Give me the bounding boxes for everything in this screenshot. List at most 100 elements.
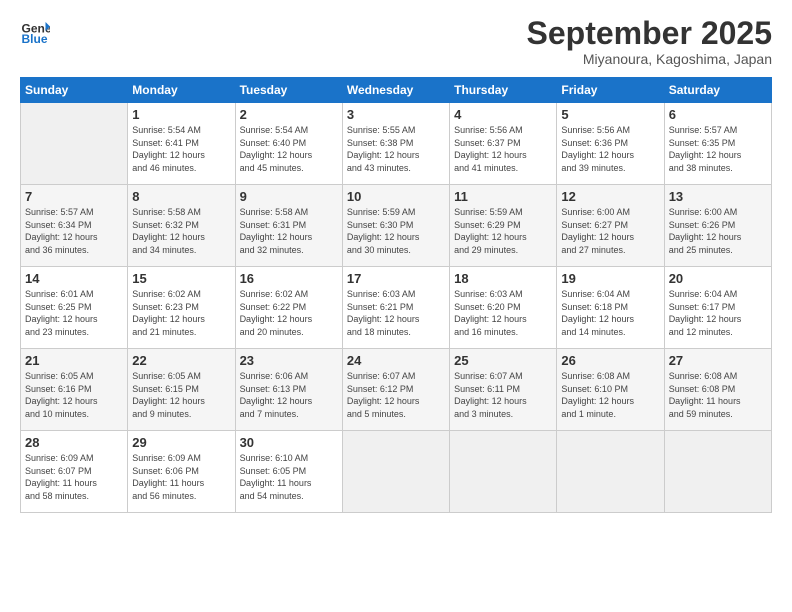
month-title: September 2025	[527, 16, 772, 51]
weekday-header-thursday: Thursday	[450, 78, 557, 103]
location: Miyanoura, Kagoshima, Japan	[527, 51, 772, 67]
day-number: 17	[347, 271, 445, 286]
day-info: Sunrise: 5:56 AM Sunset: 6:37 PM Dayligh…	[454, 124, 552, 174]
calendar-cell	[21, 103, 128, 185]
day-number: 2	[240, 107, 338, 122]
day-info: Sunrise: 5:59 AM Sunset: 6:29 PM Dayligh…	[454, 206, 552, 256]
title-block: September 2025 Miyanoura, Kagoshima, Jap…	[527, 16, 772, 67]
day-number: 30	[240, 435, 338, 450]
calendar-cell: 18Sunrise: 6:03 AM Sunset: 6:20 PM Dayli…	[450, 267, 557, 349]
calendar-cell: 20Sunrise: 6:04 AM Sunset: 6:17 PM Dayli…	[664, 267, 771, 349]
logo: General Blue	[20, 16, 52, 46]
day-info: Sunrise: 6:03 AM Sunset: 6:21 PM Dayligh…	[347, 288, 445, 338]
day-number: 28	[25, 435, 123, 450]
calendar-cell: 28 Sunrise: 6:09 AM Sunset: 6:07 PM Dayli…	[21, 431, 128, 513]
calendar-cell: 1 Sunrise: 5:54 AM Sunset: 6:41 PM Daylig…	[128, 103, 235, 185]
calendar-cell: 17 Sunrise: 6:03 AM Sunset: 6:21 PM Dayli…	[342, 267, 449, 349]
calendar-cell	[450, 431, 557, 513]
calendar-cell: 7 Sunrise: 5:57 AM Sunset: 6:34 PM Daylig…	[21, 185, 128, 267]
calendar-cell: 21 Sunrise: 6:05 AM Sunset: 6:16 PM Dayli…	[21, 349, 128, 431]
day-info: Sunrise: 6:00 AM Sunset: 6:26 PM Dayligh…	[669, 206, 767, 256]
day-info: Sunrise: 6:05 AM Sunset: 6:16 PM Dayligh…	[25, 370, 123, 420]
day-number: 9	[240, 189, 338, 204]
day-info: Sunrise: 6:07 AM Sunset: 6:11 PM Dayligh…	[454, 370, 552, 420]
day-number: 7	[25, 189, 123, 204]
calendar-cell: 14 Sunrise: 6:01 AM Sunset: 6:25 PM Dayli…	[21, 267, 128, 349]
day-info: Sunrise: 6:00 AM Sunset: 6:27 PM Dayligh…	[561, 206, 659, 256]
day-number: 4	[454, 107, 552, 122]
day-number: 25	[454, 353, 552, 368]
weekday-header-row: SundayMondayTuesdayWednesdayThursdayFrid…	[21, 78, 772, 103]
day-number: 14	[25, 271, 123, 286]
calendar-cell	[664, 431, 771, 513]
day-info: Sunrise: 5:58 AM Sunset: 6:32 PM Dayligh…	[132, 206, 230, 256]
calendar-cell: 26Sunrise: 6:08 AM Sunset: 6:10 PM Dayli…	[557, 349, 664, 431]
calendar-cell: 5Sunrise: 5:56 AM Sunset: 6:36 PM Daylig…	[557, 103, 664, 185]
calendar-cell: 8 Sunrise: 5:58 AM Sunset: 6:32 PM Daylig…	[128, 185, 235, 267]
day-info: Sunrise: 5:54 AM Sunset: 6:41 PM Dayligh…	[132, 124, 230, 174]
calendar-cell: 13 Sunrise: 6:00 AM Sunset: 6:26 PM Dayli…	[664, 185, 771, 267]
day-info: Sunrise: 6:03 AM Sunset: 6:20 PM Dayligh…	[454, 288, 552, 338]
day-number: 16	[240, 271, 338, 286]
day-number: 29	[132, 435, 230, 450]
day-number: 23	[240, 353, 338, 368]
day-info: Sunrise: 6:07 AM Sunset: 6:12 PM Dayligh…	[347, 370, 445, 420]
calendar-cell: 6 Sunrise: 5:57 AM Sunset: 6:35 PM Daylig…	[664, 103, 771, 185]
day-number: 24	[347, 353, 445, 368]
calendar-cell: 15 Sunrise: 6:02 AM Sunset: 6:23 PM Dayli…	[128, 267, 235, 349]
page-header: General Blue September 2025 Miyanoura, K…	[20, 16, 772, 67]
calendar-cell: 24 Sunrise: 6:07 AM Sunset: 6:12 PM Dayli…	[342, 349, 449, 431]
week-row-3: 14 Sunrise: 6:01 AM Sunset: 6:25 PM Dayli…	[21, 267, 772, 349]
day-info: Sunrise: 5:57 AM Sunset: 6:34 PM Dayligh…	[25, 206, 123, 256]
calendar-cell: 12 Sunrise: 6:00 AM Sunset: 6:27 PM Dayli…	[557, 185, 664, 267]
calendar-cell: 25 Sunrise: 6:07 AM Sunset: 6:11 PM Dayli…	[450, 349, 557, 431]
day-info: Sunrise: 5:58 AM Sunset: 6:31 PM Dayligh…	[240, 206, 338, 256]
day-info: Sunrise: 6:02 AM Sunset: 6:22 PM Dayligh…	[240, 288, 338, 338]
day-info: Sunrise: 6:09 AM Sunset: 6:06 PM Dayligh…	[132, 452, 230, 502]
weekday-header-saturday: Saturday	[664, 78, 771, 103]
calendar-cell: 29 Sunrise: 6:09 AM Sunset: 6:06 PM Dayli…	[128, 431, 235, 513]
day-number: 22	[132, 353, 230, 368]
day-number: 8	[132, 189, 230, 204]
calendar-cell	[342, 431, 449, 513]
week-row-1: 1 Sunrise: 5:54 AM Sunset: 6:41 PM Daylig…	[21, 103, 772, 185]
calendar-cell: 16 Sunrise: 6:02 AM Sunset: 6:22 PM Dayli…	[235, 267, 342, 349]
day-info: Sunrise: 5:57 AM Sunset: 6:35 PM Dayligh…	[669, 124, 767, 174]
logo-icon: General Blue	[20, 16, 50, 46]
day-number: 15	[132, 271, 230, 286]
week-row-5: 28 Sunrise: 6:09 AM Sunset: 6:07 PM Dayli…	[21, 431, 772, 513]
calendar-cell: 3 Sunrise: 5:55 AM Sunset: 6:38 PM Daylig…	[342, 103, 449, 185]
calendar-table: SundayMondayTuesdayWednesdayThursdayFrid…	[20, 77, 772, 513]
day-info: Sunrise: 6:05 AM Sunset: 6:15 PM Dayligh…	[132, 370, 230, 420]
calendar-cell: 19Sunrise: 6:04 AM Sunset: 6:18 PM Dayli…	[557, 267, 664, 349]
weekday-header-sunday: Sunday	[21, 78, 128, 103]
calendar-cell: 2 Sunrise: 5:54 AM Sunset: 6:40 PM Daylig…	[235, 103, 342, 185]
day-info: Sunrise: 5:59 AM Sunset: 6:30 PM Dayligh…	[347, 206, 445, 256]
day-info: Sunrise: 5:55 AM Sunset: 6:38 PM Dayligh…	[347, 124, 445, 174]
day-number: 3	[347, 107, 445, 122]
calendar-cell: 11Sunrise: 5:59 AM Sunset: 6:29 PM Dayli…	[450, 185, 557, 267]
calendar-cell: 22 Sunrise: 6:05 AM Sunset: 6:15 PM Dayli…	[128, 349, 235, 431]
day-number: 20	[669, 271, 767, 286]
day-info: Sunrise: 6:06 AM Sunset: 6:13 PM Dayligh…	[240, 370, 338, 420]
day-number: 13	[669, 189, 767, 204]
day-info: Sunrise: 5:56 AM Sunset: 6:36 PM Dayligh…	[561, 124, 659, 174]
calendar-cell: 4 Sunrise: 5:56 AM Sunset: 6:37 PM Daylig…	[450, 103, 557, 185]
day-number: 10	[347, 189, 445, 204]
day-number: 21	[25, 353, 123, 368]
day-info: Sunrise: 6:02 AM Sunset: 6:23 PM Dayligh…	[132, 288, 230, 338]
day-info: Sunrise: 5:54 AM Sunset: 6:40 PM Dayligh…	[240, 124, 338, 174]
calendar-cell: 10 Sunrise: 5:59 AM Sunset: 6:30 PM Dayli…	[342, 185, 449, 267]
day-number: 1	[132, 107, 230, 122]
day-number: 6	[669, 107, 767, 122]
day-info: Sunrise: 6:01 AM Sunset: 6:25 PM Dayligh…	[25, 288, 123, 338]
calendar-cell	[557, 431, 664, 513]
day-info: Sunrise: 6:09 AM Sunset: 6:07 PM Dayligh…	[25, 452, 123, 502]
week-row-2: 7 Sunrise: 5:57 AM Sunset: 6:34 PM Daylig…	[21, 185, 772, 267]
day-info: Sunrise: 6:04 AM Sunset: 6:18 PM Dayligh…	[561, 288, 659, 338]
day-info: Sunrise: 6:08 AM Sunset: 6:08 PM Dayligh…	[669, 370, 767, 420]
day-info: Sunrise: 6:08 AM Sunset: 6:10 PM Dayligh…	[561, 370, 659, 420]
weekday-header-wednesday: Wednesday	[342, 78, 449, 103]
weekday-header-tuesday: Tuesday	[235, 78, 342, 103]
day-number: 12	[561, 189, 659, 204]
